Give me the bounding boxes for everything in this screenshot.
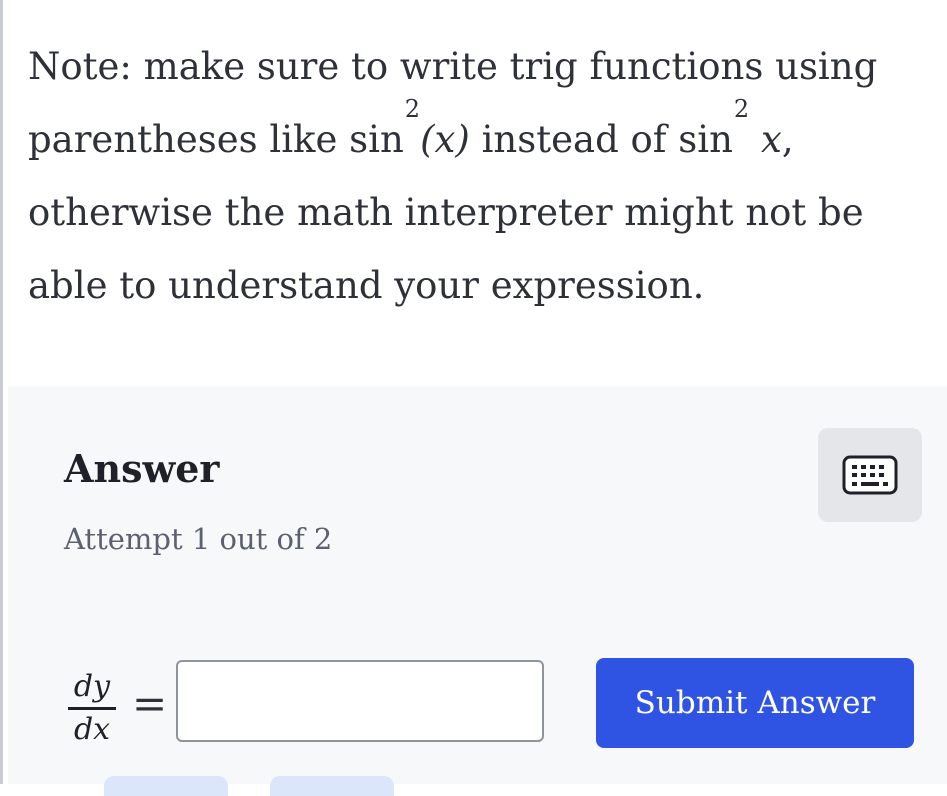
answer-heading: Answer: [64, 446, 220, 491]
submit-answer-button[interactable]: Submit Answer: [596, 658, 914, 748]
left-border: [0, 0, 3, 784]
instruction-note: Note: make sure to write trig functions …: [28, 30, 938, 322]
keyboard-icon: [842, 455, 898, 495]
bottom-tab-2[interactable]: [270, 776, 394, 796]
fraction-bar: [68, 707, 116, 710]
math-example-with-parentheses: sin2(x): [349, 95, 470, 161]
equals-sign: =: [132, 679, 168, 728]
bottom-tab-1[interactable]: [104, 776, 228, 796]
math-example-without-parentheses: sin2 x: [678, 95, 782, 161]
keyboard-toggle-button[interactable]: [818, 428, 922, 522]
fraction-numerator: dy: [73, 669, 111, 704]
note-text-2: instead of: [481, 118, 667, 161]
fraction-denominator: dx: [73, 712, 111, 747]
answer-input[interactable]: [176, 660, 544, 742]
attempt-counter: Attempt 1 out of 2: [64, 522, 333, 556]
answer-panel: Answer Attempt 1 out of 2 dy dx = Submit…: [8, 386, 947, 796]
derivative-label: dy dx: [68, 669, 116, 748]
